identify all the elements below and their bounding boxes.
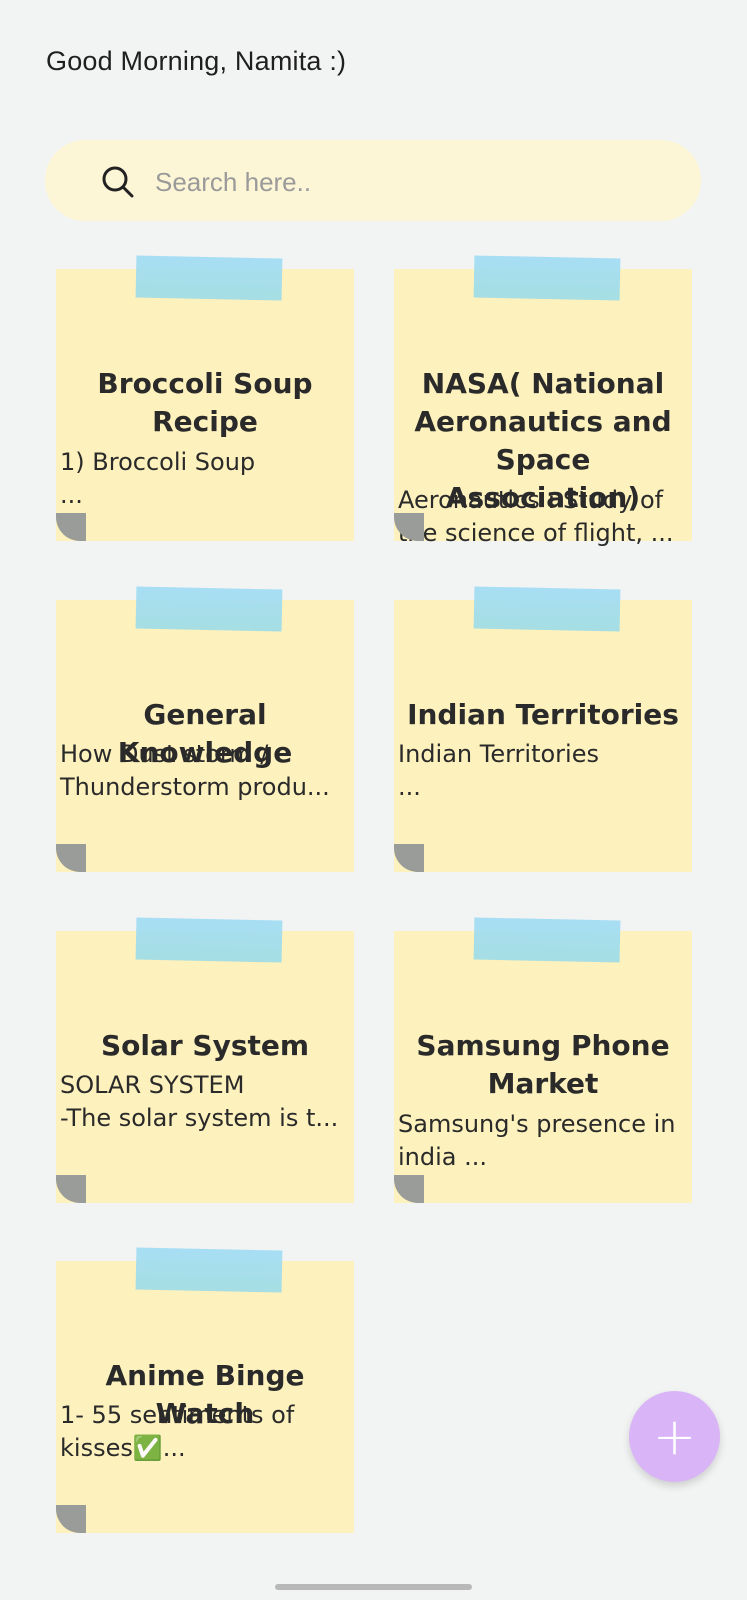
note-card[interactable]: General Knowledge How Dust storm / Thund… bbox=[56, 586, 354, 872]
note-preview: Aeronautics : Study of the science of fl… bbox=[398, 486, 674, 547]
note-card[interactable]: NASA( National Aeronautics and Space Ass… bbox=[394, 255, 692, 547]
greeting-text: Good Morning, Namita :) bbox=[46, 46, 347, 76]
note-card[interactable]: Samsung Phone Market Samsung's presence … bbox=[394, 917, 692, 1203]
note-card[interactable]: Indian Territories Indian Territories ..… bbox=[394, 586, 692, 872]
search-input[interactable] bbox=[153, 160, 657, 204]
note-title: Indian Territories bbox=[407, 698, 679, 731]
note-preview: How Dust storm / Thunderstorm produ... bbox=[60, 740, 330, 801]
page-curl-icon bbox=[56, 513, 86, 541]
home-indicator[interactable] bbox=[275, 1584, 472, 1590]
page-curl-icon bbox=[56, 844, 86, 872]
tape-decoration bbox=[135, 586, 283, 632]
page-curl-icon bbox=[56, 1505, 86, 1533]
page-curl-icon bbox=[56, 1175, 86, 1203]
note-title: Broccoli Soup Recipe bbox=[97, 367, 313, 438]
tape-decoration bbox=[135, 917, 283, 963]
note-preview: 1- 55 sentiments of kisses✅... bbox=[60, 1401, 295, 1462]
page-curl-icon bbox=[394, 844, 424, 872]
tape-decoration bbox=[473, 255, 621, 301]
search-icon bbox=[102, 166, 134, 198]
note-card[interactable]: Broccoli Soup Recipe 1) Broccoli Soup ..… bbox=[56, 255, 354, 541]
note-card[interactable]: Anime Binge Watch 1- 55 sentiments of ki… bbox=[56, 1247, 354, 1533]
tape-decoration bbox=[473, 917, 621, 963]
search-bar[interactable] bbox=[45, 140, 701, 221]
note-preview: SOLAR SYSTEM -The solar system is t... bbox=[60, 1071, 339, 1132]
note-preview: Indian Territories ... bbox=[398, 740, 599, 801]
tape-decoration bbox=[135, 1247, 283, 1293]
note-title: Solar System bbox=[100, 1029, 310, 1062]
tape-decoration bbox=[135, 255, 283, 301]
note-card[interactable]: Solar System SOLAR SYSTEM -The solar sys… bbox=[56, 917, 354, 1203]
page-curl-icon bbox=[394, 1175, 424, 1203]
add-note-button[interactable]: + bbox=[629, 1391, 720, 1482]
tape-decoration bbox=[473, 586, 621, 632]
note-preview: 1) Broccoli Soup ... bbox=[60, 448, 256, 509]
note-preview: Samsung's presence in india ... bbox=[398, 1110, 676, 1171]
note-title: Samsung Phone Market bbox=[416, 1029, 670, 1100]
